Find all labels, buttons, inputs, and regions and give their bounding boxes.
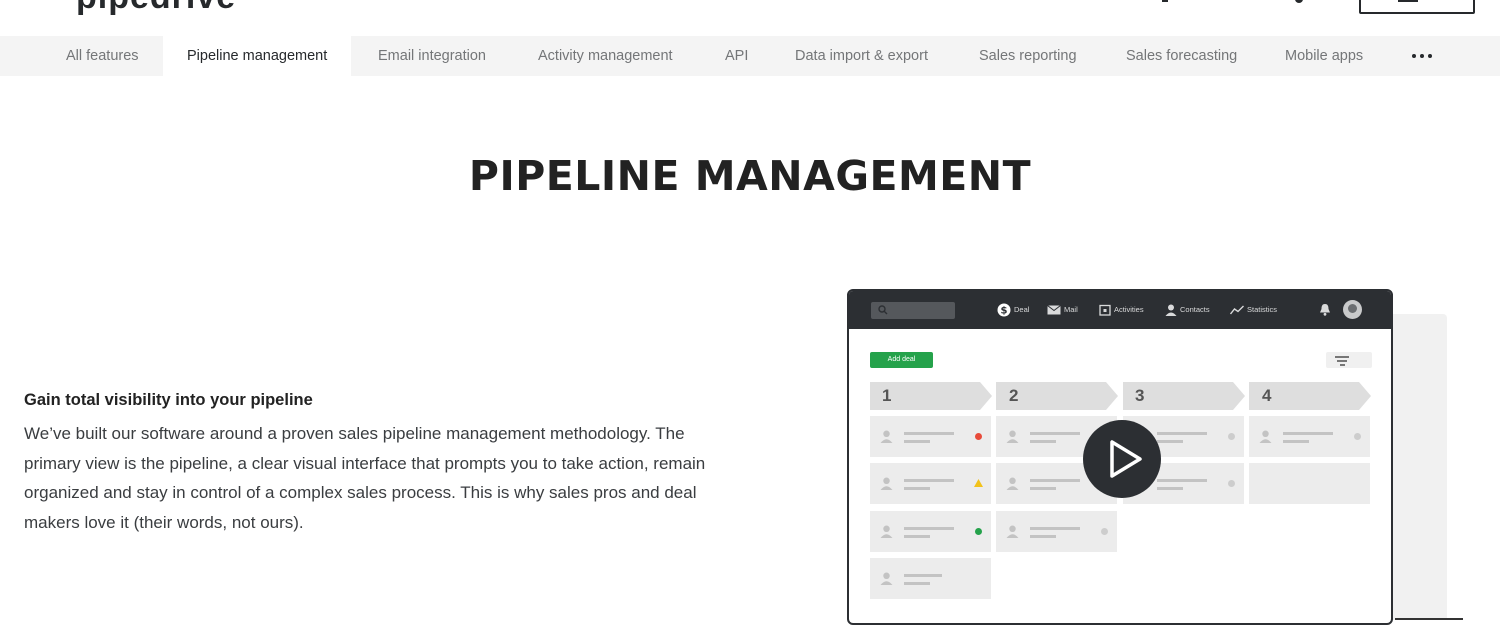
person-icon [1006, 430, 1019, 443]
page-title: PIPELINE MANAGEMENT [468, 152, 1032, 200]
tab-sales-forecasting[interactable]: Sales forecasting [1126, 36, 1237, 76]
header-cta-button[interactable] [1359, 0, 1475, 14]
chart-icon [1230, 305, 1244, 315]
tab-all-features[interactable]: All features [48, 36, 157, 76]
person-icon [880, 430, 893, 443]
feature-body-text: We’ve built our software around a proven… [24, 424, 706, 532]
status-dot-green [975, 528, 982, 535]
stage-arrow [1359, 382, 1371, 410]
feature-subheading: Gain total visibility into your pipeline [24, 391, 313, 409]
tab-data-import-export[interactable]: Data import & export [795, 36, 928, 76]
mockup-nav-mail: Mail [1047, 302, 1078, 318]
warning-triangle-icon [974, 479, 983, 487]
header-cta-label-fragment [1398, 0, 1418, 2]
feature-nav: All features Pipeline management Email i… [0, 36, 1500, 76]
deal-card[interactable] [870, 416, 991, 457]
deal-card-empty [1249, 463, 1370, 504]
avatar [1343, 300, 1362, 319]
filter-icon[interactable] [1326, 352, 1372, 368]
stage-arrow [980, 382, 992, 410]
status-dot-gray [1228, 433, 1235, 440]
tab-email-integration[interactable]: Email integration [378, 36, 486, 76]
stage-arrow [1106, 382, 1118, 410]
tab-sales-reporting[interactable]: Sales reporting [979, 36, 1077, 76]
tab-mobile-apps[interactable]: Mobile apps [1285, 36, 1363, 76]
mockup-nav-deal: $ Deal [997, 302, 1029, 318]
person-icon [880, 477, 893, 490]
deal-card[interactable] [870, 463, 991, 504]
deal-card[interactable] [870, 511, 991, 552]
person-icon [1165, 304, 1177, 317]
deal-card[interactable] [870, 558, 991, 599]
header-nav-fragment [1162, 0, 1168, 2]
status-dot-red [975, 433, 982, 440]
mockup-nav-statistics: Statistics [1230, 302, 1277, 318]
status-dot-gray [1101, 528, 1108, 535]
status-dot-gray [1354, 433, 1361, 440]
stage-arrow [1233, 382, 1245, 410]
video-play-button[interactable] [1083, 420, 1161, 498]
tab-api[interactable]: API [725, 36, 748, 76]
status-dot-gray [1228, 480, 1235, 487]
svg-text:$: $ [1001, 306, 1008, 317]
person-icon [1006, 525, 1019, 538]
add-deal-button[interactable]: Add deal [870, 352, 933, 368]
dollar-icon: $ [997, 303, 1011, 317]
mockup-search [871, 302, 955, 319]
tab-pipeline-management[interactable]: Pipeline management [163, 36, 352, 76]
header-nav-fragment [1295, 0, 1303, 3]
mockup-nav-activities: Activities [1099, 302, 1144, 318]
stage-number: 4 [1262, 386, 1272, 405]
mail-icon [1047, 305, 1061, 315]
logo[interactable]: pipedrive [76, 0, 236, 17]
stage-number: 2 [1009, 386, 1019, 405]
deal-card[interactable] [1249, 416, 1370, 457]
tab-activity-management[interactable]: Activity management [538, 36, 673, 76]
stage-number: 1 [882, 386, 892, 405]
play-icon [1110, 440, 1142, 478]
person-icon [880, 572, 893, 585]
deal-card[interactable] [996, 511, 1117, 552]
stage-number: 3 [1135, 386, 1145, 405]
mockup-nav-label: Activities [1114, 305, 1144, 314]
more-dots-icon[interactable] [1408, 48, 1436, 64]
mockup-topbar: $ Deal Mail Activities Contacts Statistic… [849, 291, 1391, 329]
person-icon [880, 525, 893, 538]
mockup-nav-contacts: Contacts [1165, 302, 1210, 318]
mockup-shadow [1390, 314, 1447, 620]
mockup-nav-label: Mail [1064, 305, 1078, 314]
mockup-shadow-line [1395, 618, 1463, 620]
mockup-nav-label: Statistics [1247, 305, 1278, 314]
bell-icon [1320, 304, 1330, 316]
site-header: pipedrive [0, 0, 1500, 36]
mockup-nav-label: Contacts [1180, 305, 1210, 314]
calendar-icon [1099, 304, 1111, 316]
person-icon [1006, 477, 1019, 490]
search-icon [878, 305, 888, 315]
mockup-nav-label: Deal [1014, 305, 1030, 314]
person-icon [1259, 430, 1272, 443]
feature-description: Gain total visibility into your pipeline… [24, 389, 724, 537]
